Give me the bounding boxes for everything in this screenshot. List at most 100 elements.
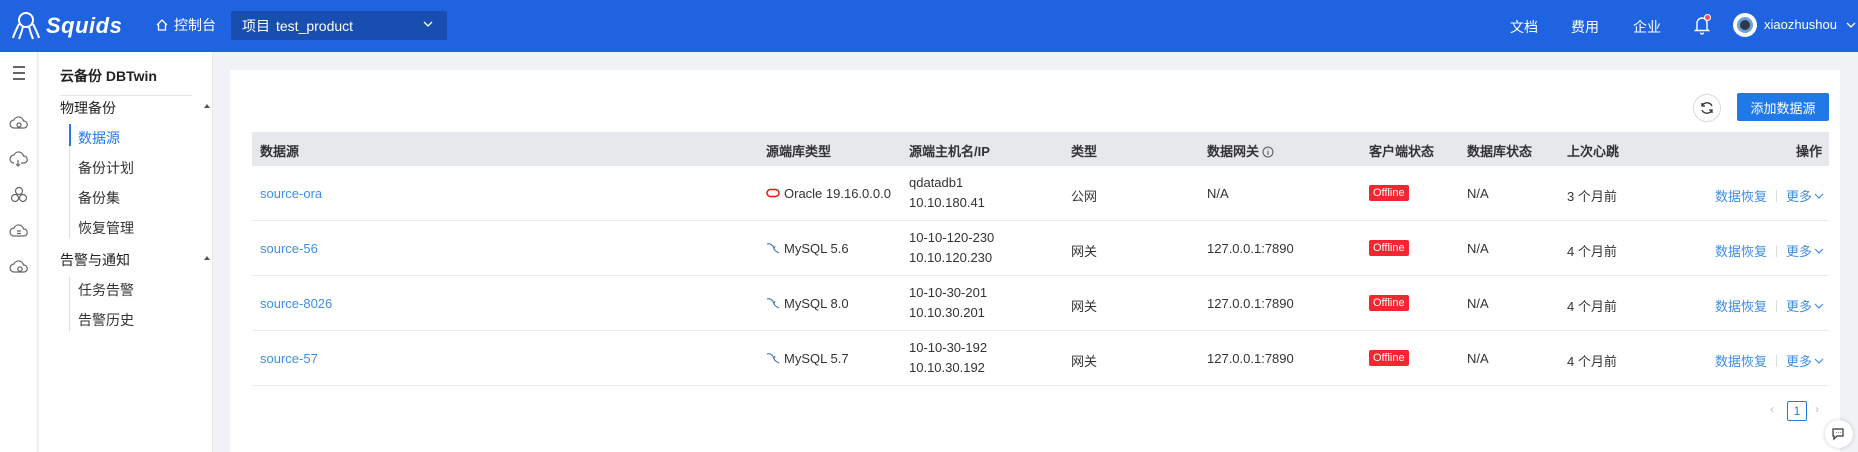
console-link[interactable]: 控制台 bbox=[155, 15, 216, 35]
col-heartbeat: 上次心跳 bbox=[1567, 144, 1620, 159]
refresh-button[interactable] bbox=[1693, 94, 1721, 122]
col-actions: 操作 bbox=[1796, 144, 1823, 159]
add-datasource-button[interactable]: 添加数据源 bbox=[1737, 93, 1829, 121]
sidebar-item-task-alerts[interactable]: 任务告警 bbox=[78, 280, 134, 300]
chevron-down-icon[interactable] bbox=[1846, 20, 1856, 30]
chat-icon bbox=[1832, 428, 1844, 441]
oracle-icon bbox=[766, 188, 780, 198]
sidebar-item-restore[interactable]: 恢复管理 bbox=[78, 218, 134, 238]
db-type-text: MySQL 8.0 bbox=[784, 296, 849, 311]
heartbeat-cell: 4 个月前 bbox=[1567, 299, 1617, 314]
db-status-cell: N/A bbox=[1467, 241, 1489, 256]
actions-cell: 数据恢复 更多 bbox=[1715, 241, 1824, 260]
table-row: source-8026 MySQL 8.0 10-10-30-201 10.10.… bbox=[252, 276, 1829, 331]
actions-cell: 数据恢复 更多 bbox=[1715, 186, 1824, 205]
notification-dot bbox=[1704, 14, 1711, 21]
more-link[interactable]: 更多 bbox=[1786, 354, 1824, 369]
sidebar-item-alert-history[interactable]: 告警历史 bbox=[78, 310, 134, 330]
db-type-text: MySQL 5.7 bbox=[784, 351, 849, 366]
db-type-text: Oracle 19.16.0.0.0 bbox=[784, 186, 891, 201]
ip-address: 10.10.30.201 bbox=[909, 305, 985, 320]
sidebar-item-backup-set[interactable]: 备份集 bbox=[78, 188, 120, 208]
mysql-icon bbox=[766, 243, 780, 254]
cluster-icon[interactable] bbox=[8, 184, 30, 206]
more-label: 更多 bbox=[1786, 299, 1813, 314]
more-link[interactable]: 更多 bbox=[1786, 189, 1824, 204]
more-label: 更多 bbox=[1786, 354, 1813, 369]
chevron-down-icon bbox=[1814, 193, 1824, 199]
active-indicator bbox=[69, 124, 71, 146]
hostname: 10-10-30-201 bbox=[909, 285, 988, 300]
notification-bell-icon[interactable] bbox=[1693, 14, 1711, 36]
restore-link[interactable]: 数据恢复 bbox=[1715, 354, 1767, 369]
info-icon[interactable] bbox=[1262, 146, 1274, 158]
db-status-cell: N/A bbox=[1467, 186, 1489, 201]
more-link[interactable]: 更多 bbox=[1786, 244, 1824, 259]
chat-support-button[interactable] bbox=[1825, 420, 1853, 448]
datasource-link[interactable]: source-ora bbox=[260, 186, 322, 201]
ip-address: 10.10.120.230 bbox=[909, 250, 993, 265]
docs-link[interactable]: 文档 bbox=[1510, 17, 1538, 37]
mysql-icon bbox=[766, 298, 780, 309]
datasource-link[interactable]: source-57 bbox=[260, 351, 318, 366]
sidebar-group-label: 告警与通知 bbox=[60, 252, 130, 268]
gateway-cell: 127.0.0.1:7890 bbox=[1207, 241, 1294, 256]
sidebar-group-physical-backup[interactable]: 物理备份 bbox=[60, 98, 210, 118]
ip-address: 10.10.30.192 bbox=[909, 360, 985, 375]
billing-link[interactable]: 费用 bbox=[1571, 17, 1599, 37]
restore-link[interactable]: 数据恢复 bbox=[1715, 189, 1767, 204]
restore-link[interactable]: 数据恢复 bbox=[1715, 244, 1767, 259]
sidebar-group-alerts[interactable]: 告警与通知 bbox=[60, 250, 210, 270]
more-label: 更多 bbox=[1786, 189, 1813, 204]
db-type-text: MySQL 5.6 bbox=[784, 241, 849, 256]
ip-address: 10.10.180.41 bbox=[909, 195, 985, 210]
col-gateway-label: 数据网关 bbox=[1207, 144, 1260, 159]
col-db-status: 数据库状态 bbox=[1467, 144, 1533, 159]
brand-name: Squids bbox=[46, 13, 123, 38]
username[interactable]: xiaozhushou bbox=[1764, 17, 1837, 32]
db-status-cell: N/A bbox=[1467, 296, 1489, 311]
refresh-icon bbox=[1701, 102, 1713, 114]
more-link[interactable]: 更多 bbox=[1786, 299, 1824, 314]
heartbeat-cell: 4 个月前 bbox=[1567, 244, 1617, 259]
cloud-backup-icon[interactable] bbox=[8, 148, 30, 170]
squid-logo-icon bbox=[12, 12, 40, 40]
collapse-triangle-icon bbox=[204, 104, 210, 108]
avatar[interactable] bbox=[1733, 13, 1757, 37]
host-cell: 10-10-120-230 10.10.120.230 bbox=[909, 228, 994, 268]
col-type: 类型 bbox=[1071, 144, 1098, 159]
cloud-database-icon[interactable] bbox=[8, 112, 30, 134]
menu-toggle-icon[interactable] bbox=[8, 62, 30, 84]
type-cell: 网关 bbox=[1071, 244, 1098, 259]
enterprise-link[interactable]: 企业 bbox=[1633, 17, 1661, 37]
hostname: 10-10-30-192 bbox=[909, 340, 988, 355]
sidebar-item-backup-plan[interactable]: 备份计划 bbox=[78, 158, 134, 178]
table-header: 数据源 源端库类型 源端主机名/IP 类型 数据网关 客户端状态 数据库状态 上… bbox=[252, 132, 1829, 166]
cloud-transfer-icon[interactable] bbox=[8, 220, 30, 242]
host-cell: 10-10-30-201 10.10.30.201 bbox=[909, 283, 987, 323]
divider bbox=[1776, 300, 1778, 312]
project-label: 项目 bbox=[242, 17, 270, 34]
col-source-db-type: 源端库类型 bbox=[766, 144, 832, 159]
project-value: test_product bbox=[276, 17, 354, 34]
logo[interactable]: Squids bbox=[10, 8, 122, 44]
type-cell: 网关 bbox=[1071, 354, 1098, 369]
datasource-link[interactable]: source-56 bbox=[260, 241, 318, 256]
gateway-cell: N/A bbox=[1207, 186, 1229, 201]
table-row: source-56 MySQL 5.6 10-10-120-230 10.10.1… bbox=[252, 221, 1829, 276]
type-cell: 网关 bbox=[1071, 299, 1098, 314]
host-cell: 10-10-30-192 10.10.30.192 bbox=[909, 338, 987, 378]
prev-page-button[interactable]: ‹ bbox=[1770, 402, 1774, 416]
datasource-link[interactable]: source-8026 bbox=[260, 296, 332, 311]
restore-link[interactable]: 数据恢复 bbox=[1715, 299, 1767, 314]
project-select[interactable]: 项目 test_product bbox=[231, 11, 447, 40]
tree-line bbox=[69, 276, 70, 332]
next-page-button[interactable]: › bbox=[1815, 402, 1819, 416]
page-number-button[interactable]: 1 bbox=[1787, 401, 1807, 421]
sidebar-item-datasource[interactable]: 数据源 bbox=[78, 128, 120, 148]
home-icon bbox=[156, 19, 168, 31]
col-datasource: 数据源 bbox=[260, 144, 300, 159]
cloud-settings-icon[interactable] bbox=[8, 256, 30, 278]
status-badge: Offline bbox=[1369, 350, 1409, 366]
hostname: qdatadb1 bbox=[909, 175, 964, 190]
